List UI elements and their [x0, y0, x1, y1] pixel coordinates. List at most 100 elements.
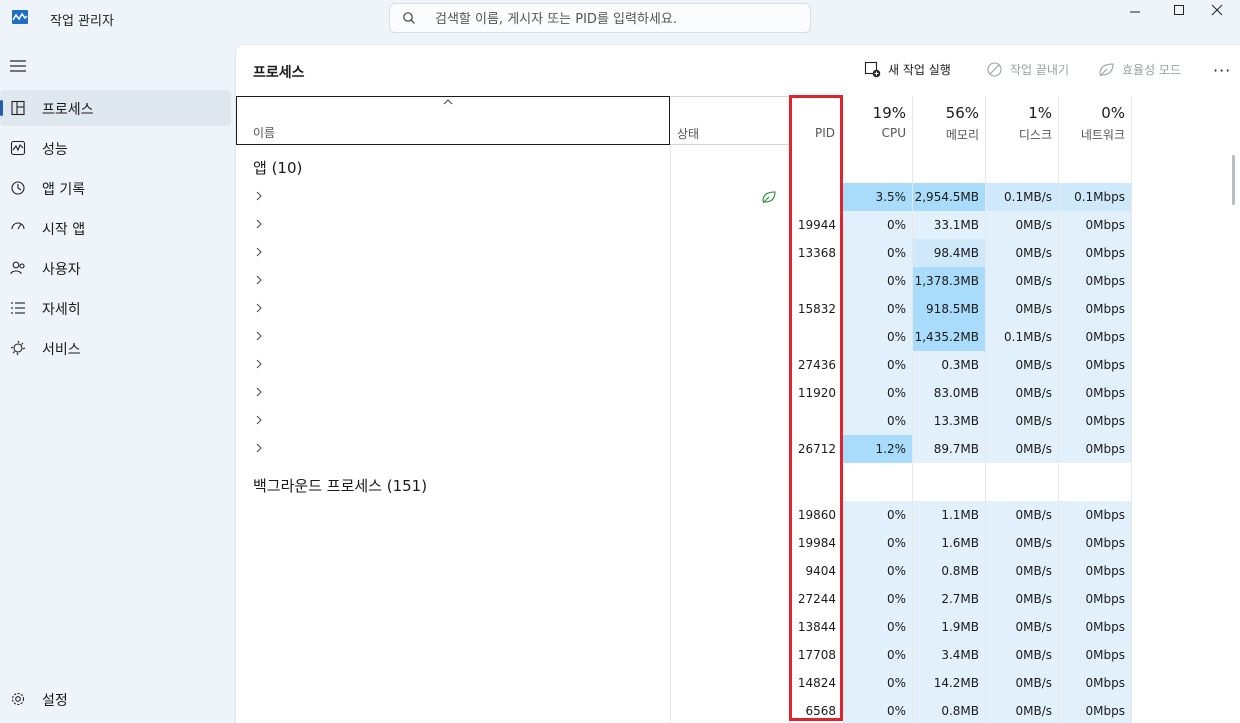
column-header-status[interactable]: 상태 [670, 96, 790, 145]
more-options-button[interactable]: ··· [1213, 61, 1231, 80]
network-total-percent: 0% [1101, 104, 1125, 122]
pid-cell: 19944 [797, 218, 836, 232]
network-cell: 0.1Mbps [1059, 183, 1131, 211]
table-row[interactable]: 13844 0% 1.9MB 0MB/s 0Mbps [236, 613, 1131, 641]
group-header-apps[interactable]: 앱 (10) [253, 157, 302, 178]
efficiency-mode-button[interactable]: 효율성 모드 [1098, 61, 1181, 78]
column-header-cpu[interactable]: 19% CPU [842, 96, 913, 145]
column-header-label: 이름 [253, 126, 276, 140]
memory-cell: 1,435.2MB [913, 323, 985, 351]
pid-cell: 13368 [797, 246, 836, 260]
chevron-right-icon[interactable] [254, 303, 264, 313]
sidebar-item-details[interactable]: 자세히 [0, 290, 231, 326]
pid-cell: 9404 [805, 564, 836, 578]
pid-cell: 26712 [797, 442, 836, 456]
search-box[interactable] [389, 3, 811, 33]
table-row[interactable]: 13368 0% 98.4MB 0MB/s 0Mbps [236, 239, 1131, 267]
pid-cell: 14824 [797, 676, 836, 690]
memory-cell: 14.2MB [913, 669, 985, 697]
gear-icon [11, 692, 25, 706]
network-cell: 0Mbps [1059, 351, 1131, 379]
table-row[interactable]: 0% 1,435.2MB 0.1MB/s 0Mbps [236, 323, 1131, 351]
new-task-button[interactable]: 새 작업 실행 [864, 61, 951, 78]
pid-cell: 27244 [797, 592, 836, 606]
memory-cell: 83.0MB [913, 379, 985, 407]
column-header-label: 상태 [677, 127, 700, 141]
memory-cell: 98.4MB [913, 239, 985, 267]
search-input[interactable] [435, 9, 795, 29]
column-header-label: 디스크 [1018, 128, 1052, 142]
table-row[interactable]: 27244 0% 2.7MB 0MB/s 0Mbps [236, 585, 1131, 613]
minimize-icon [1130, 11, 1140, 13]
hamburger-menu-icon[interactable] [10, 59, 26, 73]
disk-total-percent: 1% [1028, 104, 1052, 122]
sort-ascending-icon [443, 99, 453, 105]
table-row[interactable]: 19944 0% 33.1MB 0MB/s 0Mbps [236, 211, 1131, 239]
chevron-right-icon[interactable] [254, 387, 264, 397]
column-header-label: 메모리 [945, 128, 979, 142]
sidebar-item-processes[interactable]: 프로세스 [0, 90, 231, 126]
sidebar-item-label: 자세히 [42, 302, 81, 318]
network-cell: 0Mbps [1059, 379, 1131, 407]
table-row[interactable]: 0% 13.3MB 0MB/s 0Mbps [236, 407, 1131, 435]
network-cell: 0Mbps [1059, 239, 1131, 267]
cpu-cell: 1.2% [843, 435, 912, 463]
chevron-right-icon[interactable] [254, 191, 264, 201]
table-row[interactable]: 15832 0% 918.5MB 0MB/s 0Mbps [236, 295, 1131, 323]
group-header-background-processes[interactable]: 백그라운드 프로세스 (151) [253, 475, 427, 496]
sidebar-item-settings[interactable]: 설정 [0, 681, 231, 717]
services-icon [10, 340, 26, 356]
pid-cell: 19860 [797, 508, 836, 522]
app-title: 작업 관리자 [50, 14, 114, 29]
table-row[interactable]: 9404 0% 0.8MB 0MB/s 0Mbps [236, 557, 1131, 585]
chevron-right-icon[interactable] [254, 443, 264, 453]
table-row[interactable]: 3.5% 2,954.5MB 0.1MB/s 0.1Mbps [236, 183, 1131, 211]
end-task-button[interactable]: 작업 끝내기 [986, 61, 1069, 78]
memory-cell: 33.1MB [913, 211, 985, 239]
table-row[interactable]: 17708 0% 3.4MB 0MB/s 0Mbps [236, 641, 1131, 669]
table-row[interactable]: 19984 0% 1.6MB 0MB/s 0Mbps [236, 529, 1131, 557]
vertical-scrollbar[interactable] [1232, 155, 1235, 205]
memory-cell: 1.9MB [913, 613, 985, 641]
title-bar: 작업 관리자 [0, 0, 1240, 44]
pid-cell: 27436 [797, 358, 836, 372]
chevron-right-icon[interactable] [254, 219, 264, 229]
table-row[interactable]: 0% 1,378.3MB 0MB/s 0Mbps [236, 267, 1131, 295]
sidebar-item-users[interactable]: 사용자 [0, 250, 231, 286]
chevron-right-icon[interactable] [254, 247, 264, 257]
memory-cell: 1.1MB [913, 501, 985, 529]
column-header-memory[interactable]: 56% 메모리 [913, 96, 986, 145]
network-cell: 0Mbps [1059, 267, 1131, 295]
table-row[interactable]: 19860 0% 1.1MB 0MB/s 0Mbps [236, 501, 1131, 529]
chevron-right-icon[interactable] [254, 275, 264, 285]
pid-cell: 11920 [797, 386, 836, 400]
sidebar-item-label: 프로세스 [42, 102, 94, 118]
chevron-right-icon[interactable] [254, 415, 264, 425]
column-header-network[interactable]: 0% 네트워크 [1059, 96, 1132, 145]
close-button[interactable] [1194, 0, 1240, 20]
disk-cell: 0MB/s [986, 585, 1058, 613]
sidebar-item-services[interactable]: 서비스 [0, 330, 231, 366]
column-divider [1131, 145, 1132, 723]
disk-cell: 0MB/s [986, 435, 1058, 463]
table-row[interactable]: 27436 0% 0.3MB 0MB/s 0Mbps [236, 351, 1131, 379]
app-history-icon [11, 181, 25, 195]
sidebar-item-app-history[interactable]: 앱 기록 [0, 170, 231, 206]
chevron-right-icon[interactable] [254, 331, 264, 341]
column-header-pid[interactable]: PID [790, 96, 842, 145]
column-header-disk[interactable]: 1% 디스크 [986, 96, 1059, 145]
table-row[interactable]: 14824 0% 14.2MB 0MB/s 0Mbps [236, 669, 1131, 697]
table-row[interactable]: 11920 0% 83.0MB 0MB/s 0Mbps [236, 379, 1131, 407]
memory-cell: 1.6MB [913, 529, 985, 557]
column-header-name[interactable]: 이름 [236, 96, 670, 145]
cpu-cell: 0% [843, 295, 912, 323]
pid-cell [792, 183, 842, 211]
table-row[interactable]: 26712 1.2% 89.7MB 0MB/s 0Mbps [236, 435, 1131, 463]
table-row[interactable]: 6568 0% 0.8MB 0MB/s 0Mbps [236, 697, 1131, 723]
cpu-cell: 0% [843, 407, 912, 435]
minimize-button[interactable] [1112, 0, 1158, 20]
chevron-right-icon[interactable] [254, 359, 264, 369]
sidebar-item-startup-apps[interactable]: 시작 앱 [0, 210, 231, 246]
sidebar-item-performance[interactable]: 성능 [0, 130, 231, 166]
disk-cell: 0MB/s [986, 501, 1058, 529]
